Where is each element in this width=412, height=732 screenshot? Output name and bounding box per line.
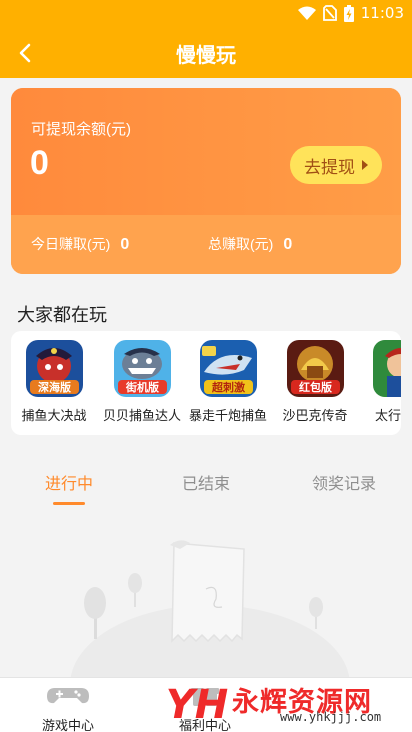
no-sim-icon	[322, 5, 337, 21]
shark-thrill-game-icon: 超刺激	[199, 340, 257, 397]
withdraw-button-label: 去提现	[304, 157, 355, 177]
game-name: 沙巴克传奇	[282, 408, 348, 423]
tab-reward-records[interactable]: 领奖记录	[312, 470, 376, 494]
game-item[interactable]: 太行三国	[361, 340, 401, 424]
status-time: 11:03	[360, 4, 404, 22]
today-earnings-value: 0	[120, 236, 130, 253]
game-badge-text: 街机版	[125, 380, 159, 394]
watermark: YH 永辉资源网 www.yhkjjj.com	[162, 676, 412, 732]
tab-in-progress[interactable]: 进行中	[45, 470, 93, 494]
empty-state-illustration	[70, 540, 350, 680]
battery-charging-icon	[343, 4, 354, 22]
status-icons: 11:03	[297, 3, 404, 23]
game-badge-text: 红包版	[299, 380, 332, 394]
dragon-treasure-game-icon: 红包版	[286, 340, 344, 397]
svg-text:YH: YH	[166, 682, 228, 728]
balance-card: 可提现余额(元) 0 去提现 今日赚取(元) 0 总赚取(元) 0	[11, 88, 401, 274]
game-item[interactable]: 深海版 捕鱼大决战	[14, 340, 94, 424]
watermark-logo: YH	[166, 682, 228, 728]
gamepad-icon	[47, 688, 89, 704]
pirate-fishing-game-icon: 深海版	[25, 340, 83, 397]
game-badge-text: 超刺激	[211, 380, 245, 394]
game-name: 贝贝捕鱼达人	[102, 408, 181, 423]
game-item[interactable]: 红包版 沙巴克传奇	[275, 340, 355, 424]
total-earnings: 总赚取(元) 0	[208, 234, 292, 254]
today-earnings: 今日赚取(元) 0	[31, 234, 129, 254]
activity-tabs: 进行中 已结束 领奖记录	[0, 460, 412, 508]
popular-games-list: 深海版 捕鱼大决战 街机版 贝贝捕鱼达人 超刺激 暴走千炮捕鱼 红包版 沙巴克传…	[11, 331, 401, 435]
watermark-url: www.yhkjjj.com	[280, 710, 382, 724]
active-tab-indicator	[53, 502, 85, 505]
chevron-right-icon	[362, 160, 368, 170]
game-item[interactable]: 超刺激 暴走千炮捕鱼	[188, 340, 268, 424]
warrior-game-icon	[372, 340, 401, 397]
withdrawable-balance-value: 0	[30, 144, 49, 182]
game-name: 太行三国	[374, 408, 401, 423]
nav-game-center[interactable]: 游戏中心	[18, 682, 118, 732]
popular-games-title: 大家都在玩	[17, 305, 107, 325]
total-earnings-value: 0	[283, 236, 293, 253]
page-title: 慢慢玩	[176, 45, 236, 67]
game-name: 暴走千炮捕鱼	[188, 408, 267, 423]
wifi-icon	[297, 6, 316, 20]
game-name: 捕鱼大决战	[21, 408, 87, 423]
shark-arcade-game-icon: 街机版	[113, 340, 171, 397]
today-earnings-label: 今日赚取(元)	[31, 236, 111, 252]
withdraw-button[interactable]: 去提现	[290, 146, 382, 184]
tab-ended[interactable]: 已结束	[182, 470, 230, 494]
top-nav-bar: 慢慢玩	[0, 26, 412, 78]
game-badge-text: 深海版	[38, 380, 71, 394]
total-earnings-label: 总赚取(元)	[208, 236, 274, 252]
withdrawable-balance-label: 可提现余额(元)	[31, 121, 131, 138]
nav-game-center-label: 游戏中心	[41, 718, 94, 732]
status-bar: 11:03	[0, 0, 412, 26]
game-item[interactable]: 街机版 贝贝捕鱼达人	[102, 340, 182, 424]
